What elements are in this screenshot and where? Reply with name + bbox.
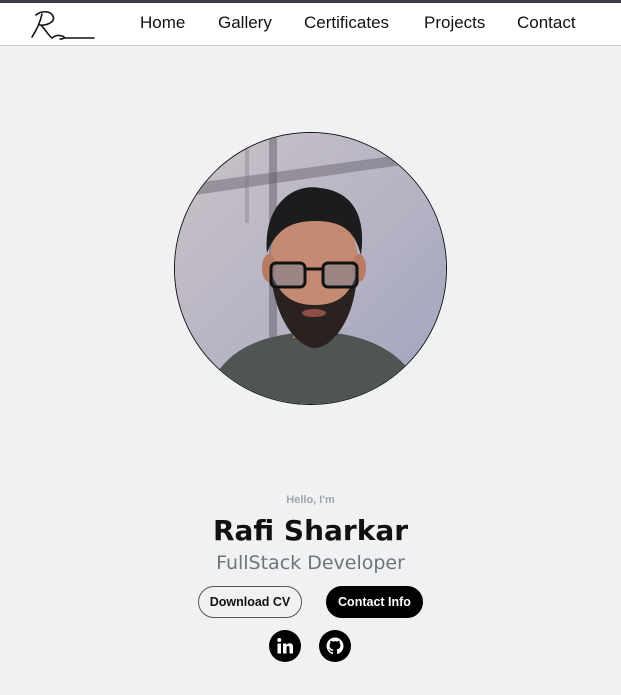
linkedin-link[interactable] — [269, 630, 301, 662]
github-link[interactable] — [319, 630, 351, 662]
signature-logo[interactable] — [26, 5, 100, 45]
nav-contact[interactable]: Contact — [517, 13, 576, 33]
profile-photo — [174, 132, 447, 405]
nav-home[interactable]: Home — [140, 13, 185, 33]
job-title: FullStack Developer — [216, 552, 405, 574]
person-name: Rafi Sharkar — [212, 514, 409, 547]
nav-projects[interactable]: Projects — [424, 13, 485, 33]
contact-info-button[interactable]: Contact Info — [326, 586, 423, 618]
nav-certificates[interactable]: Certificates — [304, 13, 389, 33]
linkedin-icon — [277, 638, 293, 654]
greeting-text: Hello, I'm — [286, 494, 335, 506]
download-cv-button[interactable]: Download CV — [198, 586, 302, 618]
github-icon — [326, 637, 344, 655]
navbar: Home Gallery Certificates Projects Conta… — [0, 3, 621, 46]
nav-gallery[interactable]: Gallery — [218, 13, 272, 33]
